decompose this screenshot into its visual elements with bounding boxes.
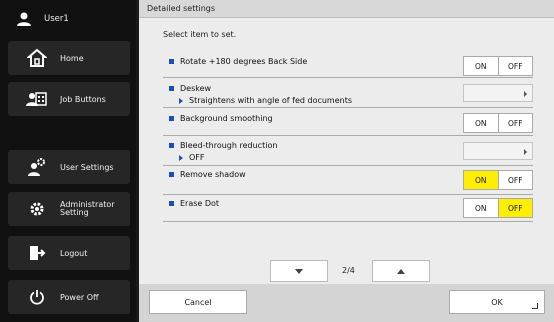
sidebar-item-power-off[interactable]: Power Off — [8, 280, 130, 314]
background-smoothing-on-button[interactable]: ON — [464, 114, 498, 132]
setting-label-text: Bleed-through reduction — [180, 141, 278, 150]
setting-label: Bleed-through reduction — [169, 141, 277, 150]
page-indicator: 2/4 — [342, 266, 355, 275]
panel-title: Detailed settings — [139, 0, 554, 18]
setting-label-text: Remove shadow — [180, 170, 246, 179]
bullet-icon — [169, 116, 174, 121]
sidebar-item-label: Job Buttons — [60, 94, 106, 104]
setting-row-background-smoothing: Background smoothing ON OFF — [163, 108, 533, 136]
chevron-right-icon — [524, 91, 527, 97]
remove-shadow-off-button[interactable]: OFF — [497, 171, 533, 189]
logout-icon — [26, 242, 48, 264]
background-smoothing-toggle: ON OFF — [463, 113, 533, 133]
user-settings-icon — [26, 156, 48, 178]
sidebar-item-label: Home — [60, 53, 84, 63]
setting-value: OFF — [179, 153, 205, 162]
erase-dot-toggle: ON OFF — [463, 198, 533, 218]
setting-label: Remove shadow — [169, 170, 246, 179]
job-buttons-icon — [26, 88, 48, 110]
setting-row-bleed-through[interactable]: Bleed-through reduction OFF — [163, 137, 533, 166]
page-down-button[interactable] — [270, 260, 328, 282]
setting-label-text: Deskew — [180, 84, 212, 93]
bullet-icon — [169, 143, 174, 148]
gear-icon — [26, 198, 48, 220]
user-indicator: User1 — [0, 0, 136, 38]
power-icon — [26, 286, 48, 308]
bullet-icon — [169, 86, 174, 91]
sidebar-item-user-settings[interactable]: User Settings — [8, 150, 130, 184]
setting-label: Erase Dot — [169, 199, 219, 208]
setting-label-text: Erase Dot — [180, 199, 220, 208]
bullet-icon — [169, 201, 174, 206]
rotate-off-button[interactable]: OFF — [497, 57, 533, 75]
erase-dot-off-button[interactable]: OFF — [497, 199, 532, 217]
sidebar-item-administrator-setting[interactable]: Administrator Setting — [8, 192, 130, 226]
erase-dot-on-button[interactable]: ON — [464, 199, 498, 217]
home-icon — [26, 47, 48, 69]
corner-icon — [532, 303, 538, 309]
triangle-bullet-icon — [179, 154, 183, 161]
instruction-text: Select item to set. — [163, 30, 237, 39]
setting-label: Deskew — [169, 84, 211, 93]
deskew-select-button[interactable] — [463, 84, 533, 102]
footer-bar: Cancel OK — [139, 284, 554, 322]
triangle-up-icon — [397, 268, 405, 274]
setting-row-deskew[interactable]: Deskew Straightens with angle of fed doc… — [163, 80, 533, 108]
bullet-icon — [169, 172, 174, 177]
sidebar-item-logout[interactable]: Logout — [8, 236, 130, 270]
remove-shadow-toggle: ON OFF — [463, 170, 533, 190]
bullet-icon — [169, 59, 174, 64]
sidebar-item-job-buttons[interactable]: Job Buttons — [8, 82, 130, 116]
rotate-toggle: ON OFF — [463, 56, 533, 76]
chevron-right-icon — [524, 149, 527, 155]
sidebar-item-label: Administrator Setting — [60, 201, 115, 217]
sidebar-item-label: User Settings — [60, 162, 114, 172]
detailed-settings-panel: Detailed settings Select item to set. Ro… — [139, 0, 554, 322]
cancel-button[interactable]: Cancel — [149, 290, 247, 314]
background-smoothing-off-button[interactable]: OFF — [497, 114, 533, 132]
sidebar-item-label: Power Off — [60, 292, 99, 302]
ok-label: OK — [491, 297, 503, 307]
triangle-down-icon — [295, 268, 303, 274]
setting-value-text: OFF — [189, 153, 205, 162]
setting-label: Background smoothing — [169, 114, 273, 123]
rotate-on-button[interactable]: ON — [464, 57, 498, 75]
setting-row-remove-shadow: Remove shadow ON OFF — [163, 167, 533, 195]
triangle-bullet-icon — [179, 97, 183, 104]
sidebar-item-home[interactable]: Home — [8, 41, 130, 75]
page-up-button[interactable] — [372, 260, 430, 282]
user-icon — [14, 9, 34, 29]
sidebar: User1 Home Job Buttons User Settings Adm… — [0, 0, 136, 322]
setting-label-text: Rotate +180 degrees Back Side — [180, 57, 308, 66]
setting-value-text: Straightens with angle of fed documents — [189, 96, 353, 105]
setting-value: Straightens with angle of fed documents — [179, 96, 352, 105]
setting-row-rotate: Rotate +180 degrees Back Side ON OFF — [163, 50, 533, 78]
remove-shadow-on-button[interactable]: ON — [464, 171, 498, 189]
sidebar-item-label: Logout — [60, 248, 88, 258]
setting-row-erase-dot: Erase Dot ON OFF — [163, 196, 533, 222]
user-name: User1 — [44, 14, 69, 24]
setting-label-text: Background smoothing — [180, 114, 273, 123]
bleed-through-select-button[interactable] — [463, 142, 533, 160]
setting-label: Rotate +180 degrees Back Side — [169, 57, 307, 66]
ok-button[interactable]: OK — [449, 290, 545, 314]
sidebar-item-label-line2: Setting — [60, 208, 89, 217]
